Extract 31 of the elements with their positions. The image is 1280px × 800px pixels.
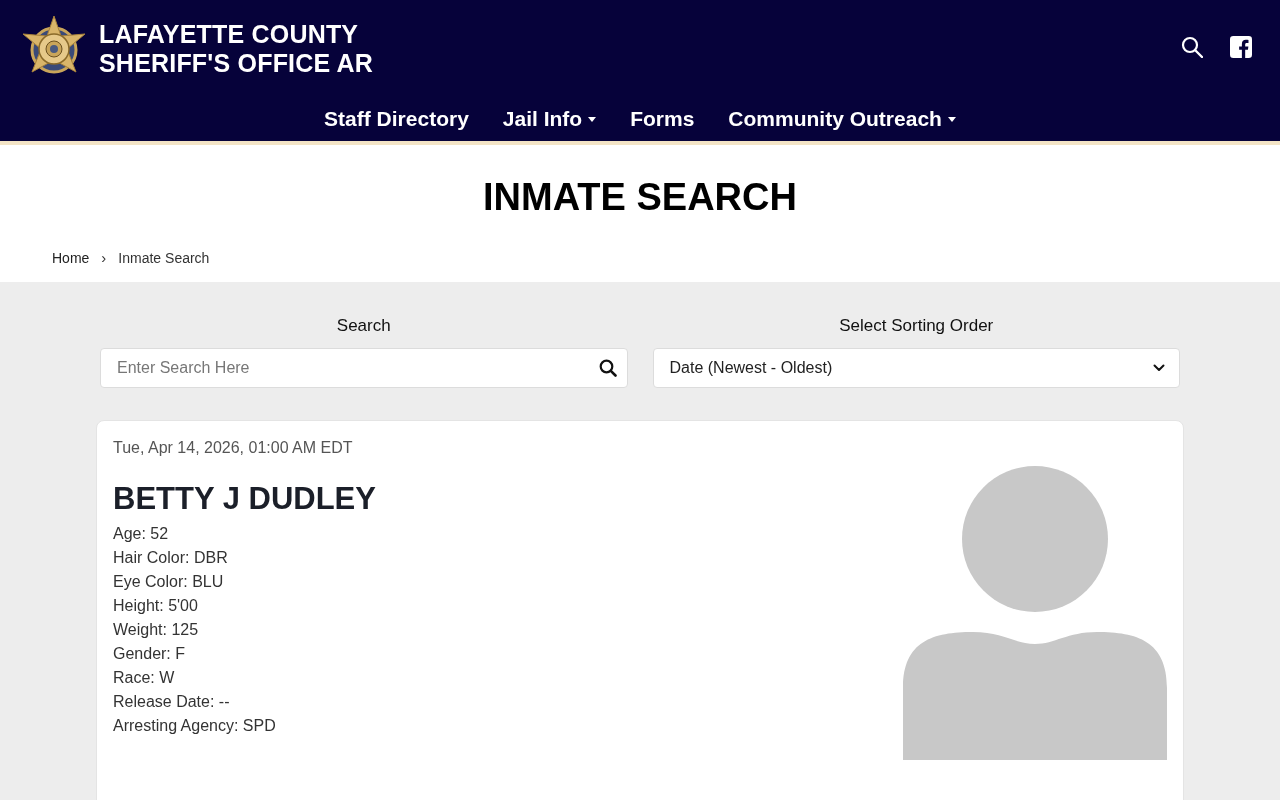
booking-time: Tue, Apr 14, 2026, 01:00 AM EDT	[113, 438, 353, 458]
search-label: Search	[336, 316, 391, 336]
inmate-detail: Hair Color: DBR	[113, 548, 228, 568]
inmate-detail: Age: 52	[113, 524, 169, 544]
inmate-detail: Eye Color: BLU	[113, 572, 224, 592]
search-field[interactable]: Enter Search Here	[100, 348, 628, 388]
site-title[interactable]: SHERIFF'S OFFICE AR	[99, 49, 374, 78]
inmate-name: BETTY J DUDLEY	[113, 480, 376, 518]
site-title[interactable]: LAFAYETTE COUNTY	[99, 20, 374, 49]
nav-link[interactable]: Jail Info	[502, 107, 597, 131]
caret-icon	[588, 116, 597, 122]
search-icon[interactable]	[1181, 36, 1203, 58]
breadcrumb-separator: ›	[101, 249, 107, 266]
inmate-detail: Arresting Agency: SPD	[113, 716, 276, 736]
nav-link[interactable]: Staff Directory	[324, 107, 469, 131]
page-title: INMATE SEARCH	[483, 175, 797, 219]
caret-icon	[947, 116, 956, 122]
inmate-detail: Release Date: --	[113, 692, 230, 712]
chevron-down-icon	[1153, 364, 1165, 372]
inmate-detail: Race: W	[113, 668, 175, 688]
inmate-detail: Height: 5'00	[113, 596, 198, 616]
nav-link[interactable]: Community Outreach	[728, 107, 956, 131]
breadcrumb-link[interactable]: Home	[52, 249, 90, 266]
sort-dropdown[interactable]: Date (Newest - Oldest)	[652, 348, 1180, 388]
search-icon[interactable]	[598, 359, 617, 377]
facebook-icon[interactable]	[1230, 36, 1252, 58]
sort-label: Select Sorting Order	[839, 316, 994, 336]
breadcrumb-current-page: Inmate Search	[118, 249, 210, 266]
inmate-detail: Gender: F	[113, 644, 186, 664]
inmate-detail: Weight: 125	[113, 620, 199, 640]
nav-link[interactable]: Forms	[630, 107, 695, 131]
